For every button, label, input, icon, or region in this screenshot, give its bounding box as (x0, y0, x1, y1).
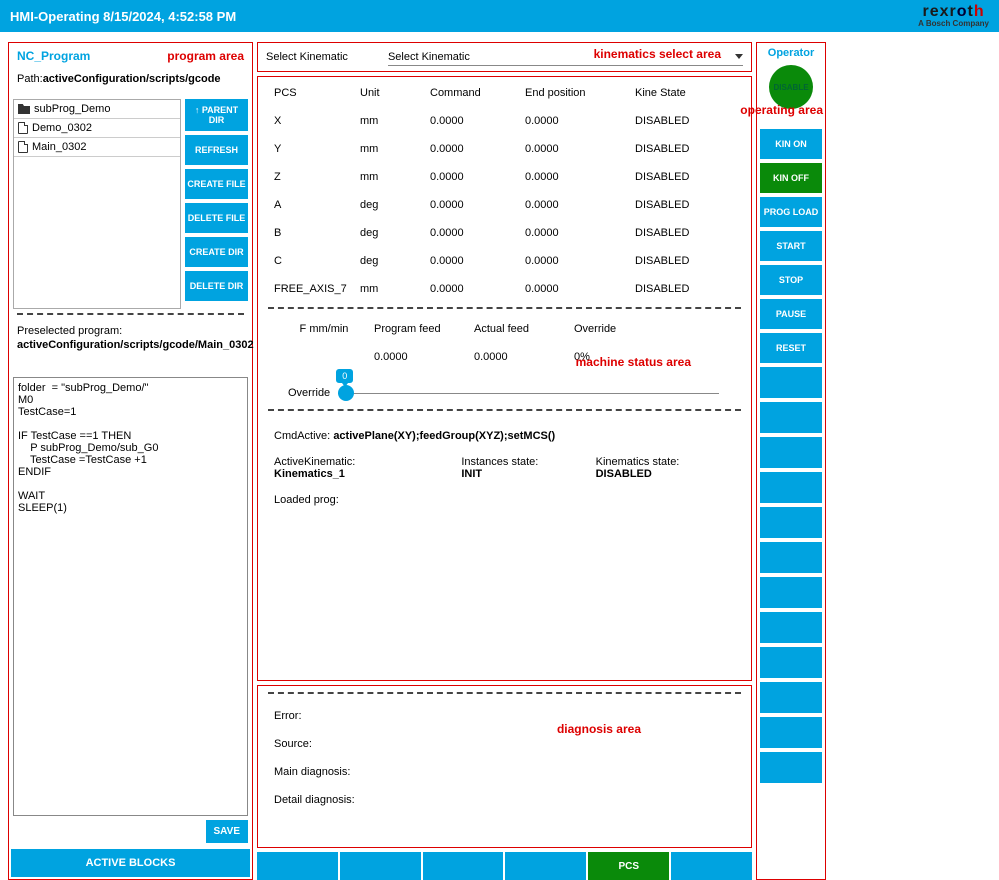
source-line: Source: (274, 730, 735, 758)
override-slider-row: Override 0 (258, 375, 751, 407)
path-row: Path:activeConfiguration/scripts/gcode (9, 69, 252, 99)
op-btn-blank[interactable] (760, 367, 822, 398)
file-item-folder[interactable]: subProg_Demo (14, 100, 180, 119)
create-file-button[interactable]: CREATE FILE (185, 169, 248, 199)
status-info: CmdActive: activePlane(XY);feedGroup(XYZ… (258, 413, 751, 523)
bottom-btn-blank[interactable] (671, 852, 752, 880)
op-btn-blank[interactable] (760, 717, 822, 748)
brand-logo: rexroth A Bosch Company (918, 4, 989, 28)
file-item[interactable]: Main_0302 (14, 138, 180, 157)
file-item[interactable]: Demo_0302 (14, 119, 180, 138)
axis-row: Xmm0.00000.0000DISABLED (274, 107, 735, 135)
op-btn-reset[interactable]: RESET (760, 333, 822, 363)
operating-area: Operator DISABLE operating area KIN ONKI… (756, 42, 826, 880)
nc-program-title: NC_Program (17, 49, 90, 63)
op-btn-blank[interactable] (760, 542, 822, 573)
folder-icon (18, 104, 30, 114)
program-area-label: program area (167, 49, 244, 63)
axis-row: Zmm0.00000.0000DISABLED (274, 163, 735, 191)
caret-down-icon (735, 54, 743, 59)
diagnosis-area: diagnosis area Error: Source: Main diagn… (257, 685, 752, 848)
op-btn-blank[interactable] (760, 507, 822, 538)
diagnosis-area-label: diagnosis area (557, 722, 641, 736)
separator (268, 409, 741, 411)
op-btn-prog-load[interactable]: PROG LOAD (760, 197, 822, 227)
op-btn-blank[interactable] (760, 437, 822, 468)
gcode-editor[interactable] (13, 377, 248, 816)
separator (268, 692, 741, 694)
axis-row: Adeg0.00000.0000DISABLED (274, 191, 735, 219)
op-btn-blank[interactable] (760, 472, 822, 503)
op-btn-blank[interactable] (760, 647, 822, 678)
operating-area-label: operating area (740, 103, 823, 117)
separator (268, 307, 741, 309)
program-area: NC_Program program area Path:activeConfi… (8, 42, 253, 880)
select-kinematic-label: Select Kinematic (266, 51, 348, 63)
override-slider[interactable]: 0 (338, 393, 719, 394)
bottom-btn-pcs[interactable]: PCS (588, 852, 669, 880)
op-btn-pause[interactable]: PAUSE (760, 299, 822, 329)
slider-value-bubble: 0 (336, 369, 353, 383)
topbar-title: HMI-Operating 8/15/2024, 4:52:58 PM (10, 9, 236, 24)
file-icon (18, 141, 28, 153)
kinematics-select-area: Select Kinematic Select Kinematic kinema… (257, 42, 752, 72)
operator-title: Operator (768, 47, 814, 65)
preselected-program: Preselected program: activeConfiguration… (9, 325, 252, 359)
axis-row: Ymm0.00000.0000DISABLED (274, 135, 735, 163)
status-area-label: machine status area (576, 355, 691, 369)
separator (17, 313, 244, 315)
op-btn-blank[interactable] (760, 577, 822, 608)
op-btn-blank[interactable] (760, 752, 822, 783)
op-btn-blank[interactable] (760, 682, 822, 713)
error-line: Error: (274, 702, 735, 730)
op-btn-kin-on[interactable]: KIN ON (760, 129, 822, 159)
kinematic-dropdown[interactable]: Select Kinematic (388, 49, 743, 66)
parent-dir-button[interactable]: ↑ PARENT DIR (185, 99, 248, 131)
file-list[interactable]: subProg_Demo Demo_0302 Main_0302 (13, 99, 181, 309)
axis-table: PCS Unit Command End position Kine State… (258, 77, 751, 305)
op-btn-blank[interactable] (760, 612, 822, 643)
main-diagnosis-line: Main diagnosis: (274, 758, 735, 786)
delete-dir-button[interactable]: DELETE DIR (185, 271, 248, 301)
topbar: HMI-Operating 8/15/2024, 4:52:58 PM rexr… (0, 0, 999, 32)
op-btn-kin-off[interactable]: KIN OFF (760, 163, 822, 193)
detail-diagnosis-line: Detail diagnosis: (274, 786, 735, 814)
delete-file-button[interactable]: DELETE FILE (185, 203, 248, 233)
active-blocks-button[interactable]: ACTIVE BLOCKS (11, 849, 250, 877)
op-btn-stop[interactable]: STOP (760, 265, 822, 295)
bottom-button-bar: PCS (257, 852, 752, 880)
bottom-btn-blank[interactable] (505, 852, 586, 880)
axis-row: Bdeg0.00000.0000DISABLED (274, 219, 735, 247)
refresh-button[interactable]: REFRESH (185, 135, 248, 165)
bottom-btn-blank[interactable] (340, 852, 421, 880)
machine-status-area: machine status area PCS Unit Command End… (257, 76, 752, 681)
save-button[interactable]: SAVE (206, 820, 249, 843)
slider-thumb[interactable] (338, 385, 354, 401)
bottom-btn-blank[interactable] (423, 852, 504, 880)
bottom-btn-blank[interactable] (257, 852, 338, 880)
axis-row: FREE_AXIS_7mm0.00000.0000DISABLED (274, 275, 735, 303)
op-btn-blank[interactable] (760, 402, 822, 433)
create-dir-button[interactable]: CREATE DIR (185, 237, 248, 267)
op-btn-start[interactable]: START (760, 231, 822, 261)
axis-row: Cdeg0.00000.0000DISABLED (274, 247, 735, 275)
file-icon (18, 122, 28, 134)
